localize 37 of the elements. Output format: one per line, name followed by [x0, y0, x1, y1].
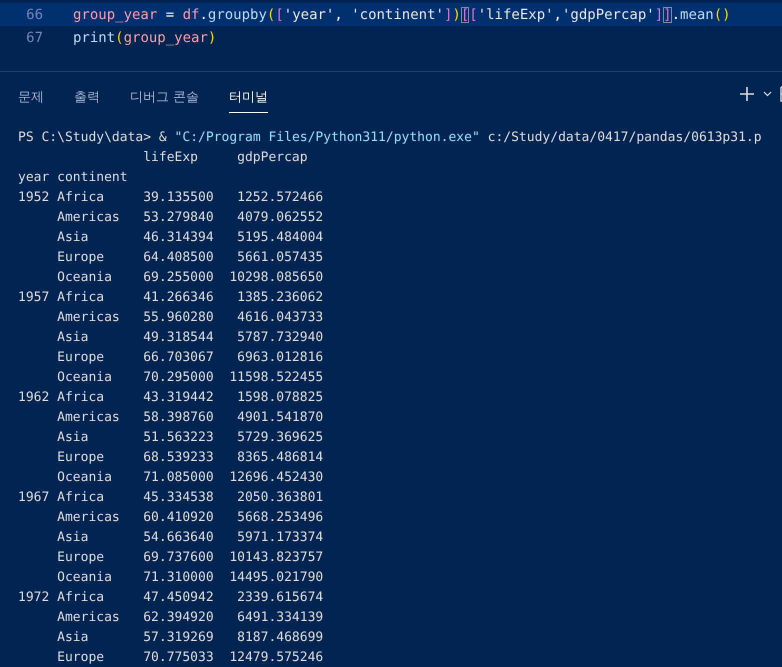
terminal-line: year continent	[18, 169, 129, 187]
terminal-line: Americas 58.398760 4901.541870	[56, 409, 324, 427]
panel-tab[interactable]: 출력	[74, 76, 100, 112]
terminal-line: Europe 64.408500 5661.057435	[56, 249, 324, 267]
terminal-line: Asia 49.318544 5787.732940	[56, 329, 324, 347]
terminal-line: Europe 68.539233 8365.486814	[56, 449, 324, 467]
terminal-line: Asia 54.663640 5971.173374	[56, 529, 324, 547]
terminal-line: Europe 70.775033 12479.575246	[56, 649, 324, 667]
terminal-line: Americas 60.410920 5668.253496	[56, 509, 324, 527]
plus-icon[interactable]	[739, 86, 755, 102]
code-line: group_year = df.groupby(['year', 'continent'])[['lifeExp','gdpPercap']].mean()	[73, 6, 731, 22]
terminal-line: 1972 Africa 47.450942 2339.615674	[18, 589, 324, 607]
terminal-line: Oceania 69.255000 10298.085650	[56, 269, 324, 287]
terminal-line: Americas 53.279840 4079.062552	[56, 209, 324, 227]
line-number: 67	[25, 30, 43, 46]
terminal-line: Europe 69.737600 10143.823757	[56, 549, 324, 567]
terminal-line: Asia 57.319269 8187.468699	[56, 629, 324, 647]
terminal-line: Oceania 71.085000 12696.452430	[56, 469, 324, 487]
chevron-down-icon[interactable]	[763, 91, 772, 97]
terminal-line: Americas 55.960280 4616.043733	[56, 309, 324, 327]
code-line: print(group_year)	[73, 30, 216, 46]
terminal-line: Americas 62.394920 6491.334139	[56, 609, 324, 627]
terminal-line: Oceania 71.310000 14495.021790	[56, 569, 324, 587]
terminal-line: Oceania 70.295000 11598.522455	[56, 369, 324, 387]
terminal-line: Asia 46.314394 5195.484004	[56, 229, 324, 247]
terminal-line: lifeExp gdpPercap	[142, 149, 309, 167]
terminal-line: 1962 Africa 43.319442 1598.078825	[18, 389, 324, 407]
terminal-line: 1957 Africa 41.266346 1385.236062	[18, 289, 324, 307]
terminal-line: Asia 51.563223 5729.369625	[56, 429, 324, 447]
terminal-line: 1967 Africa 45.334538 2050.363801	[18, 489, 324, 507]
panel-tab[interactable]: 터미널	[229, 76, 268, 112]
terminal-line: Europe 66.703067 6963.012816	[56, 349, 324, 367]
terminal-line: PS C:\Study\data> & "C:/Program Files/Python311/python.exe" c:/Study/data/0417/pandas/0613p31.p	[18, 129, 763, 147]
panel-tab[interactable]: 문제	[18, 76, 44, 112]
terminal-line: 1952 Africa 39.135500 1252.572466	[18, 189, 324, 207]
line-number: 66	[25, 6, 43, 22]
panel-tab[interactable]: 디버그 콘솔	[130, 76, 200, 112]
